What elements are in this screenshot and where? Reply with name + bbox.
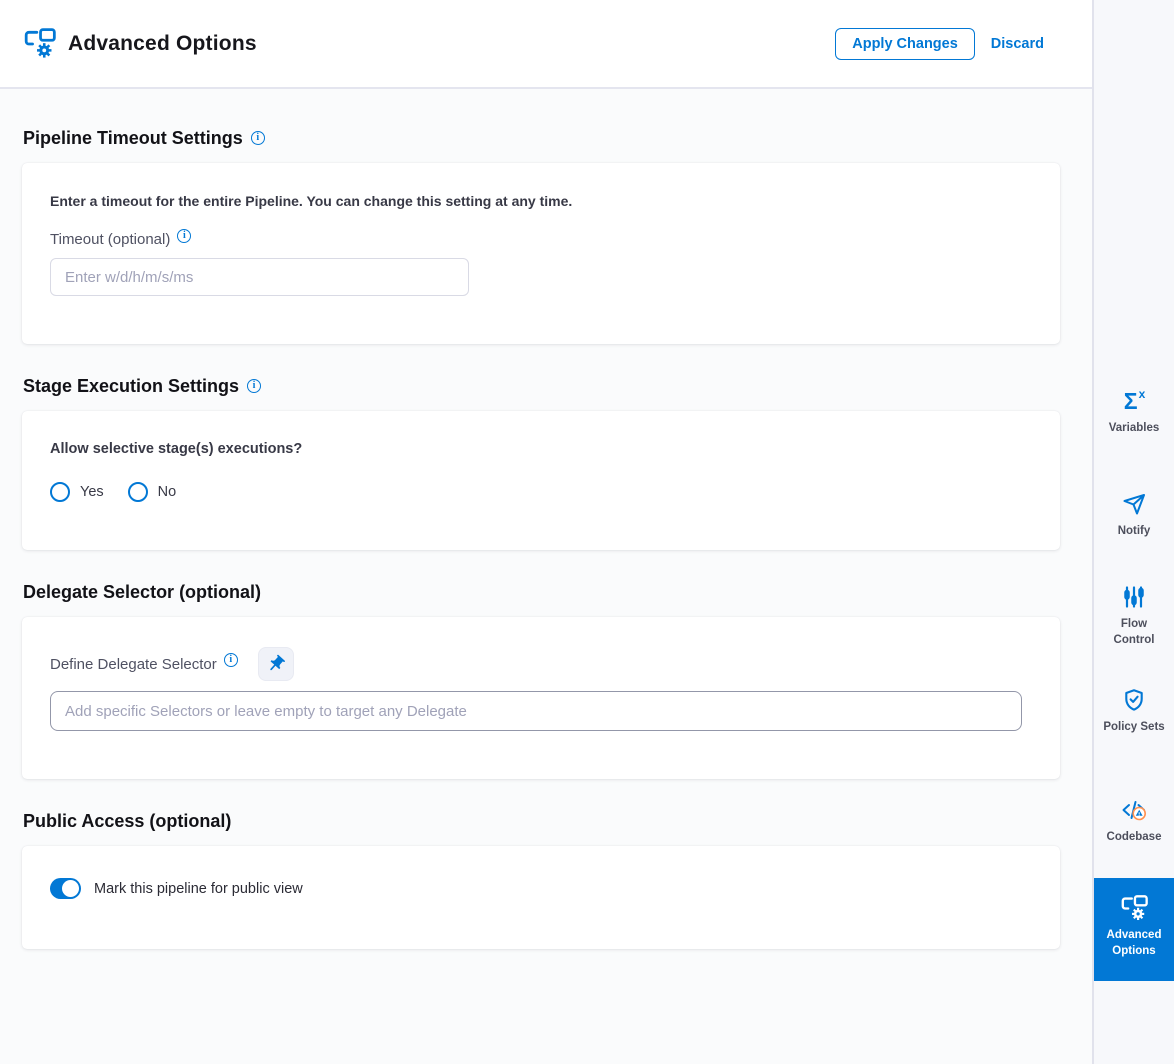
radio-no-circle[interactable] <box>128 482 148 502</box>
delegate-field-label: Define Delegate Selector <box>50 656 238 673</box>
radio-option-yes[interactable]: Yes <box>50 482 104 502</box>
sliders-icon <box>1122 584 1146 610</box>
panel-header: Advanced Options Apply Changes Discard <box>0 0 1092 89</box>
page-title: Advanced Options <box>68 32 257 56</box>
delegate-selector-input[interactable] <box>50 691 1022 731</box>
discard-button[interactable]: Discard <box>991 36 1044 52</box>
selective-stage-question: Allow selective stage(s) executions? <box>50 441 1032 457</box>
delegate-field-label-text: Define Delegate Selector <box>50 656 217 673</box>
selective-stage-radio-group: Yes No <box>50 482 1032 502</box>
pin-button[interactable] <box>258 647 294 681</box>
delegate-label-row: Define Delegate Selector <box>50 647 1032 681</box>
stage-execution-card: Allow selective stage(s) executions? Yes… <box>22 411 1060 550</box>
apply-changes-button[interactable]: Apply Changes <box>835 28 975 60</box>
radio-yes-label: Yes <box>80 484 104 500</box>
main-panel: Advanced Options Apply Changes Discard P… <box>0 0 1092 1064</box>
info-icon[interactable] <box>247 379 261 393</box>
delegate-heading-text: Delegate Selector (optional) <box>23 582 261 603</box>
shield-check-icon <box>1122 687 1146 713</box>
toggle-knob <box>62 880 79 897</box>
radio-yes-circle[interactable] <box>50 482 70 502</box>
timeout-heading-text: Pipeline Timeout Settings <box>23 128 243 149</box>
timeout-description: Enter a timeout for the entire Pipeline.… <box>50 193 1032 209</box>
timeout-input[interactable] <box>50 258 469 296</box>
advanced-options-content: Pipeline Timeout Settings Enter a timeou… <box>0 89 1092 1064</box>
pushpin-icon <box>266 654 286 674</box>
sidebar-item-notify[interactable]: Notify <box>1094 491 1174 540</box>
stage-execution-section-heading: Stage Execution Settings <box>23 376 1060 397</box>
sidebar-item-codebase[interactable]: Codebase <box>1094 797 1174 846</box>
timeout-field-label: Timeout (optional) <box>50 231 1032 248</box>
info-icon[interactable] <box>224 653 238 667</box>
sidebar-item-label: Variables <box>1109 421 1160 437</box>
public-view-toggle[interactable] <box>50 878 81 899</box>
radio-option-no[interactable]: No <box>128 482 177 502</box>
sidebar-item-label: Advanced Options <box>1103 928 1165 959</box>
sidebar-item-label: Notify <box>1118 524 1151 540</box>
pipeline-gear-icon <box>23 28 57 60</box>
sidebar-item-label: Policy Sets <box>1103 720 1164 736</box>
paper-plane-icon <box>1122 491 1146 517</box>
info-icon[interactable] <box>177 229 191 243</box>
public-view-toggle-label: Mark this pipeline for public view <box>94 881 303 897</box>
sidebar-item-variables[interactable]: Σx Variables <box>1094 388 1174 437</box>
radio-no-label: No <box>158 484 177 500</box>
public-access-card: Mark this pipeline for public view <box>22 846 1060 949</box>
pipeline-gear-icon <box>1120 895 1149 921</box>
sigma-x-icon: Σx <box>1124 388 1145 414</box>
public-access-section-heading: Public Access (optional) <box>23 811 1060 832</box>
sidebar-item-label: Codebase <box>1107 830 1162 846</box>
public-view-toggle-row: Mark this pipeline for public view <box>50 878 1032 899</box>
sidebar-item-advanced-options[interactable]: Advanced Options <box>1094 878 1174 981</box>
stage-execution-heading-text: Stage Execution Settings <box>23 376 239 397</box>
sidebar-item-flow-control[interactable]: Flow Control <box>1094 584 1174 648</box>
timeout-field-label-text: Timeout (optional) <box>50 231 170 248</box>
code-warning-icon <box>1121 797 1147 823</box>
right-sidebar: Σx Variables Notify <box>1092 0 1174 1064</box>
sidebar-item-policy-sets[interactable]: Policy Sets <box>1094 687 1174 736</box>
info-icon[interactable] <box>251 131 265 145</box>
delegate-card: Define Delegate Selector <box>22 617 1060 779</box>
timeout-card: Enter a timeout for the entire Pipeline.… <box>22 163 1060 344</box>
public-access-heading-text: Public Access (optional) <box>23 811 231 832</box>
sidebar-item-label: Flow Control <box>1103 617 1165 648</box>
timeout-section-heading: Pipeline Timeout Settings <box>23 128 1060 149</box>
delegate-section-heading: Delegate Selector (optional) <box>23 582 1060 603</box>
